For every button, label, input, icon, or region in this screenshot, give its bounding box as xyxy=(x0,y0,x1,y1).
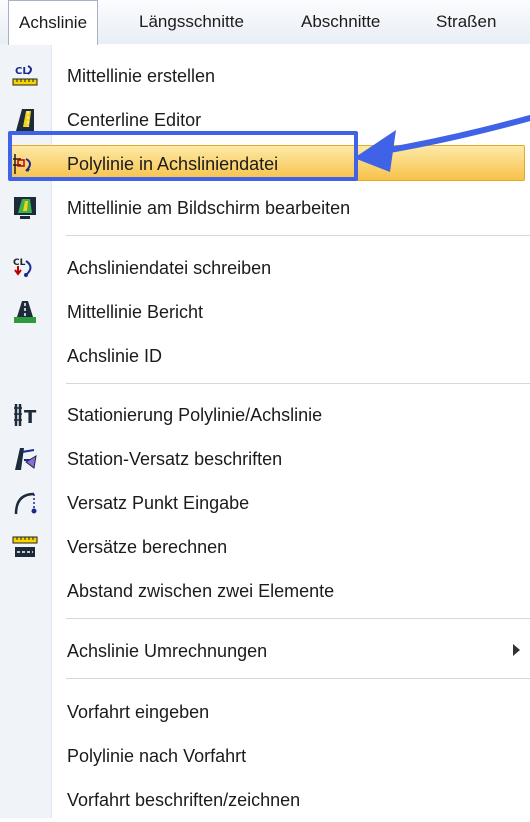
menu-item-polylinie-nach-vorfahrt[interactable]: Polylinie nach Vorfahrt xyxy=(0,734,530,778)
achslinie-dropdown-menu: CL Mittellinie erstellen Centerline Edit… xyxy=(0,44,530,818)
menu-item-label: Abstand zwischen zwei Elemente xyxy=(67,581,335,601)
menu-abschnitte[interactable]: Abschnitte xyxy=(301,0,380,44)
menu-item-polylinie-in-achsliniendatei[interactable]: Polylinie in Achsliniendatei xyxy=(0,142,530,186)
menu-separator xyxy=(66,678,530,679)
polyline-to-centerline-icon xyxy=(12,151,38,177)
menu-item-label: Station-Versatz beschriften xyxy=(67,449,283,469)
svg-text:T: T xyxy=(24,407,37,428)
menu-item-label: Stationierung Polylinie/Achslinie xyxy=(67,405,323,425)
menu-item-label: Achslinie Umrechnungen xyxy=(67,641,268,661)
menu-item-label: Achslinie ID xyxy=(67,346,163,366)
menu-item-label: Achsliniendatei schreiben xyxy=(67,258,272,278)
centerline-report-icon xyxy=(12,299,38,325)
menu-item-label: Versätze berechnen xyxy=(67,537,228,557)
menu-item-station-versatz[interactable]: Station-Versatz beschriften xyxy=(0,437,530,481)
create-centerline-icon: CL xyxy=(12,63,38,89)
menu-item-abstand[interactable]: Abstand zwischen zwei Elemente xyxy=(0,569,530,613)
svg-text:CL: CL xyxy=(15,66,29,77)
menu-bar: Achslinie Längsschnitte Abschnitte Straß… xyxy=(0,0,530,45)
menu-item-versaetze-berechnen[interactable]: Versätze berechnen xyxy=(0,525,530,569)
edit-centerline-onscreen-icon xyxy=(12,195,38,221)
menu-item-stationierung[interactable]: T Stationierung Polylinie/Achslinie xyxy=(0,393,530,437)
offset-point-entry-icon xyxy=(12,490,38,516)
label-station-offset-icon xyxy=(12,446,38,472)
menu-item-label: Vorfahrt eingeben xyxy=(67,702,210,722)
menu-item-achslinie-id[interactable]: Achslinie ID xyxy=(0,334,530,378)
menu-item-achslinie-umrechnungen[interactable]: Achslinie Umrechnungen xyxy=(0,629,530,673)
station-polyline-icon: T xyxy=(12,402,38,428)
menu-achslinie[interactable]: Achslinie xyxy=(8,0,99,45)
menu-item-label: Versatz Punkt Eingabe xyxy=(67,493,250,513)
menu-item-mittellinie-bericht[interactable]: Mittellinie Bericht xyxy=(0,290,530,334)
menu-laengsschnitte[interactable]: Längsschnitte xyxy=(139,0,244,44)
menu-item-label: Polylinie in Achsliniendatei xyxy=(67,154,279,174)
menu-item-label: Vorfahrt beschriften/zeichnen xyxy=(67,790,301,810)
menu-item-label: Mittellinie erstellen xyxy=(67,66,216,86)
menu-item-vorfahrt-beschriften[interactable]: Vorfahrt beschriften/zeichnen xyxy=(0,778,530,822)
menu-item-mittellinie-erstellen[interactable]: CL Mittellinie erstellen xyxy=(0,54,530,98)
menu-separator xyxy=(66,235,530,236)
svg-text:CL: CL xyxy=(13,258,26,268)
menu-item-label: Mittellinie am Bildschirm bearbeiten xyxy=(67,198,351,218)
calculate-offsets-icon xyxy=(12,534,38,560)
menu-item-label: Polylinie nach Vorfahrt xyxy=(67,746,247,766)
menu-separator xyxy=(66,618,530,619)
menu-item-centerline-editor[interactable]: Centerline Editor xyxy=(0,98,530,142)
menu-separator xyxy=(66,383,530,384)
write-centerline-file-icon: CL xyxy=(12,255,38,281)
menu-item-label: Centerline Editor xyxy=(67,110,202,130)
menu-item-vorfahrt-eingeben[interactable]: Vorfahrt eingeben xyxy=(0,690,530,734)
menu-item-achsliniendatei-schreiben[interactable]: CL Achsliniendatei schreiben xyxy=(0,246,530,290)
menu-item-versatz-punkt[interactable]: Versatz Punkt Eingabe xyxy=(0,481,530,525)
submenu-arrow-icon xyxy=(513,644,520,656)
menu-item-label: Mittellinie Bericht xyxy=(67,302,204,322)
centerline-editor-icon xyxy=(12,107,38,133)
menu-strassen[interactable]: Straßen xyxy=(436,0,496,44)
menu-item-mittellinie-bearbeiten[interactable]: Mittellinie am Bildschirm bearbeiten xyxy=(0,186,530,230)
